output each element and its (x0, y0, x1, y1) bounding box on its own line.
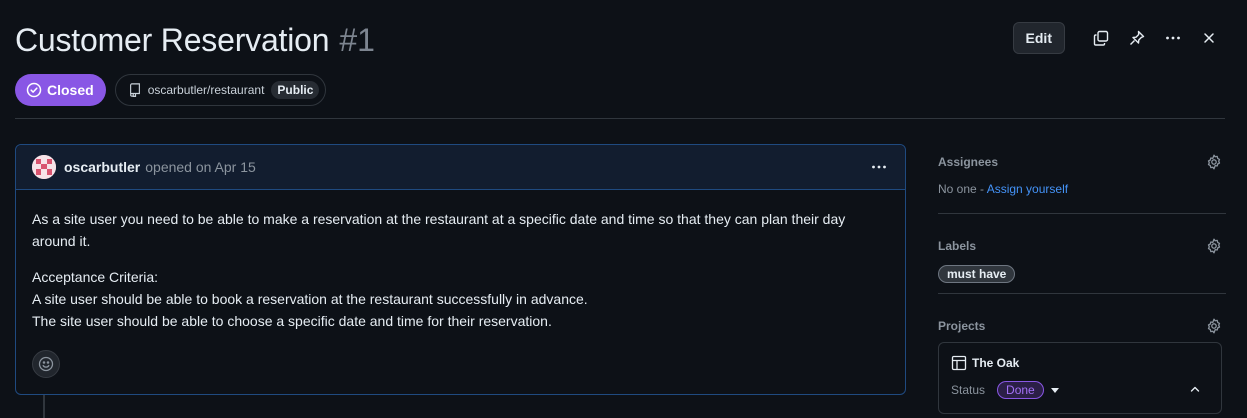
copy-icon[interactable] (1085, 22, 1117, 54)
comment-opened-text: opened on Apr 15 (145, 159, 256, 175)
assign-yourself-link[interactable]: Assign yourself (987, 182, 1068, 196)
labels-section: Labels must have (938, 214, 1226, 294)
assignees-section: Assignees No one - Assign yourself (938, 144, 1226, 214)
project-status-row: Status Done (951, 381, 1059, 399)
issue-toolbar: Edit (1012, 22, 1225, 54)
status-field-label: Status (951, 383, 986, 397)
issue-state-row: Closed oscarbutler/restaurant Public (15, 74, 327, 106)
status-label: Closed (47, 82, 94, 98)
comment-kebab-icon[interactable] (863, 151, 895, 183)
comment-paragraph: As a site user you need to be able to ma… (32, 211, 846, 249)
table-icon (951, 355, 967, 371)
add-reaction-button[interactable] (32, 350, 60, 378)
assignees-gear-icon[interactable] (1206, 154, 1222, 170)
repo-name: oscarbutler/restaurant (147, 83, 265, 97)
projects-title: Projects (938, 319, 986, 333)
project-name: The Oak (972, 356, 1020, 370)
smiley-icon (38, 356, 54, 372)
projects-section: Projects The Oak Status Done (938, 294, 1226, 418)
project-name-row[interactable]: The Oak (951, 355, 1019, 371)
projects-gear-icon[interactable] (1206, 318, 1222, 334)
edit-button[interactable]: Edit (1012, 22, 1065, 54)
issue-header: Customer Reservation #1 Edit Closed osca… (15, 0, 1225, 119)
avatar[interactable] (32, 155, 56, 179)
issue-sidebar: Assignees No one - Assign yourself Label… (938, 144, 1226, 418)
issue-title: Customer Reservation (15, 22, 330, 58)
issue-comment: oscarbutler opened on Apr 15 As a site u… (15, 144, 906, 395)
check-circle-icon (26, 82, 42, 98)
comment-header: oscarbutler opened on Apr 15 (16, 145, 905, 190)
assignees-title: Assignees (938, 155, 999, 169)
labels-title: Labels (938, 239, 977, 253)
labels-gear-icon[interactable] (1206, 238, 1222, 254)
criteria-heading: Acceptance Criteria: (32, 269, 159, 285)
repo-icon (129, 83, 140, 97)
comment-author[interactable]: oscarbutler (64, 159, 140, 175)
status-value-pill[interactable]: Done (997, 381, 1044, 399)
label-chip[interactable]: must have (938, 265, 1016, 283)
criteria-line: The site user should be able to choose a… (32, 313, 552, 329)
close-icon[interactable] (1193, 22, 1225, 54)
comment-body: As a site user you need to be able to ma… (16, 190, 905, 332)
status-badge: Closed (15, 74, 106, 106)
assignees-value: No one - Assign yourself (938, 182, 1068, 196)
project-card: The Oak Status Done (938, 342, 1222, 414)
issue-title-row: Customer Reservation #1 (15, 22, 375, 59)
kebab-icon[interactable] (1157, 22, 1189, 54)
visibility-badge: Public (271, 81, 320, 99)
repo-link[interactable]: oscarbutler/restaurant Public (114, 74, 327, 106)
pin-icon[interactable] (1121, 22, 1153, 54)
issue-number: #1 (339, 22, 375, 58)
timeline-line (43, 395, 45, 418)
assignees-none: No one - (938, 182, 987, 196)
chevron-down-icon[interactable] (1050, 387, 1059, 393)
chevron-up-icon[interactable] (1189, 383, 1201, 395)
criteria-line: A site user should be able to book a res… (32, 291, 588, 307)
